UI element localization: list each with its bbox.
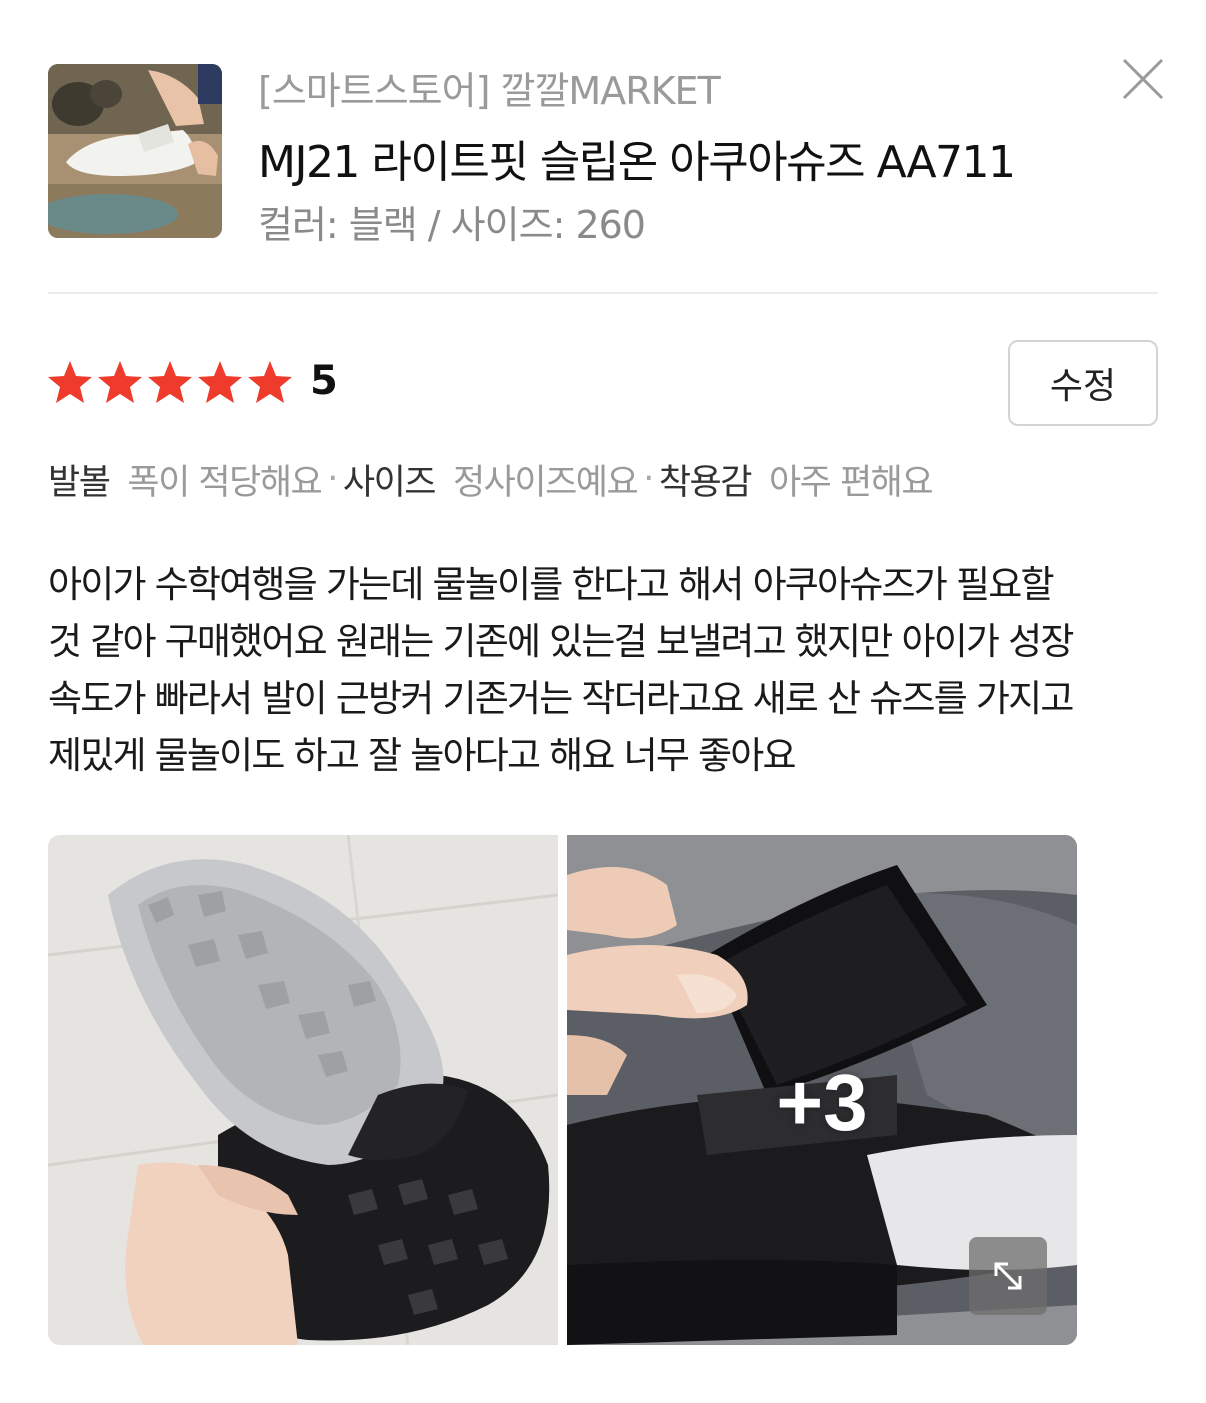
attr-key: 착용감	[658, 462, 753, 503]
star-icon	[148, 361, 192, 403]
attr-key: 사이즈	[342, 462, 437, 503]
store-name: [스마트스토어] 깔깔MARKET	[258, 69, 721, 113]
review-line: 속도가 빠라서 발이 근방커 기존거는 작더라고요 새로 산 슈즈를 가지고	[48, 677, 1074, 720]
rating-score: 5	[310, 358, 338, 404]
expand-icon	[994, 1262, 1022, 1290]
star-icon	[98, 361, 142, 403]
rating-stars	[46, 359, 294, 405]
review-attributes: 발볼 폭이 적당해요 · 사이즈 정사이즈예요 · 착용감 아주 편해요	[48, 455, 934, 503]
review-photo-1[interactable]	[48, 835, 558, 1345]
review-page: [스마트스토어] 깔깔MARKET MJ21 라이트핏 슬립온 아쿠아슈즈 AA…	[0, 0, 1206, 1403]
edit-button[interactable]: 수정	[1008, 340, 1158, 426]
star-icon	[48, 361, 92, 403]
review-text: 아이가 수학여행을 가는데 물놀이를 한다고 해서 아쿠아슈즈가 필요할 것 같…	[48, 556, 1168, 784]
star-icon	[198, 361, 242, 403]
close-icon	[1122, 58, 1164, 100]
expand-button[interactable]	[969, 1237, 1047, 1315]
more-photos-count: +3	[776, 1058, 868, 1147]
review-line: 것 같아 구매했어요 원래는 기존에 있는걸 보낼려고 했지만 아이가 성장	[48, 620, 1074, 663]
product-name: MJ21 라이트핏 슬립온 아쿠아슈즈 AA711	[258, 137, 1016, 188]
attr-value: 아주 편해요	[768, 462, 934, 503]
attr-key: 발볼	[48, 462, 111, 503]
divider	[48, 292, 1158, 294]
attr-value: 정사이즈예요	[452, 462, 639, 503]
review-line: 제밌게 물놀이도 하고 잘 놀아다고 해요 너무 좋아요	[48, 734, 797, 777]
star-icon	[248, 361, 292, 403]
review-photo-2[interactable]: +3	[567, 835, 1077, 1345]
attr-separator: ·	[643, 459, 654, 499]
product-thumbnail[interactable]	[48, 64, 222, 238]
review-line: 아이가 수학여행을 가는데 물놀이를 한다고 해서 아쿠아슈즈가 필요할	[48, 563, 1055, 606]
attr-value: 폭이 적당해요	[127, 462, 322, 503]
close-button[interactable]	[1118, 54, 1168, 104]
product-options: 컬러: 블랙 / 사이즈: 260	[258, 203, 646, 247]
attr-separator: ·	[327, 459, 338, 499]
